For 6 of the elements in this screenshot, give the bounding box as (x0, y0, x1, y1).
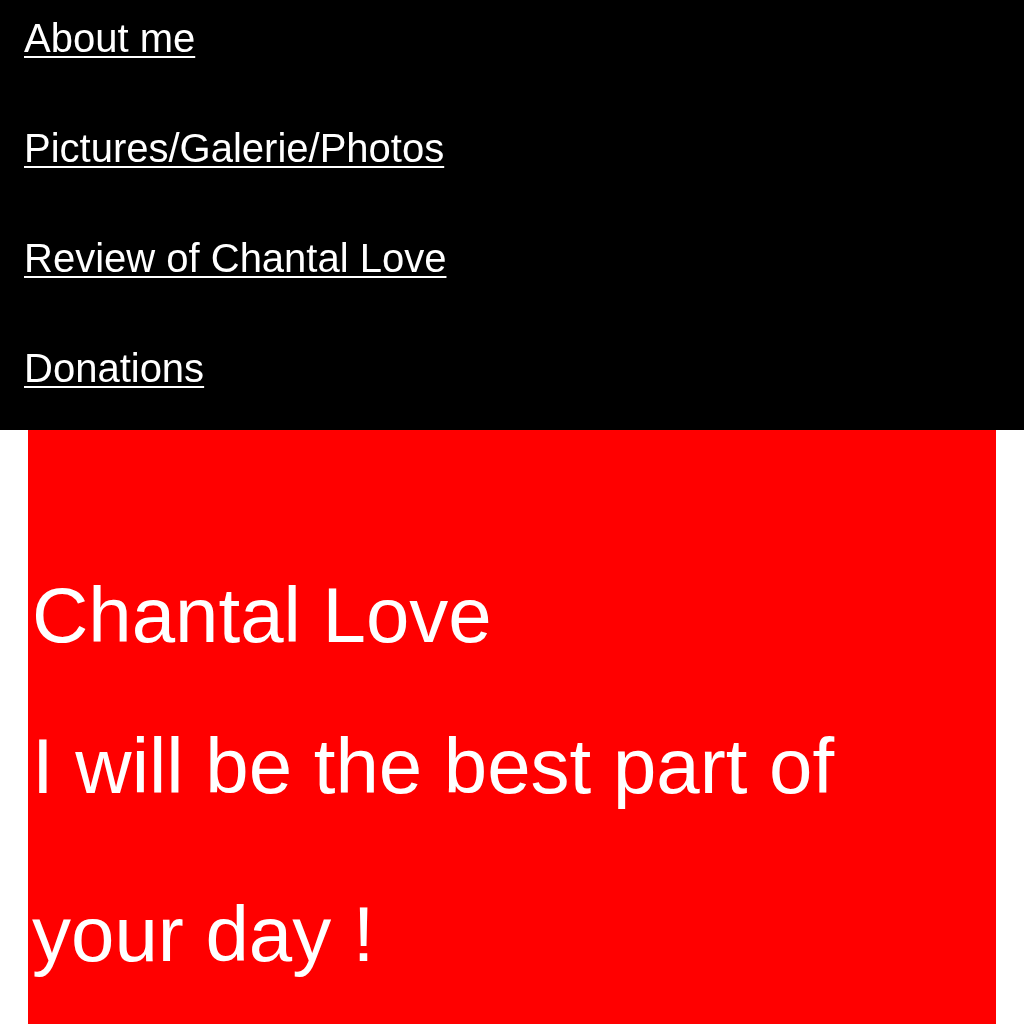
hero-title: Chantal Love (32, 570, 493, 660)
nav-link[interactable]: Review of Chantal Love (24, 234, 447, 282)
hero-tagline: I will be the best part of your day ! (32, 721, 836, 980)
nav-link[interactable]: About me (24, 14, 196, 62)
nav-link[interactable]: Donations (24, 344, 205, 392)
nav-link[interactable]: Pictures/Galerie/Photos (24, 124, 445, 172)
